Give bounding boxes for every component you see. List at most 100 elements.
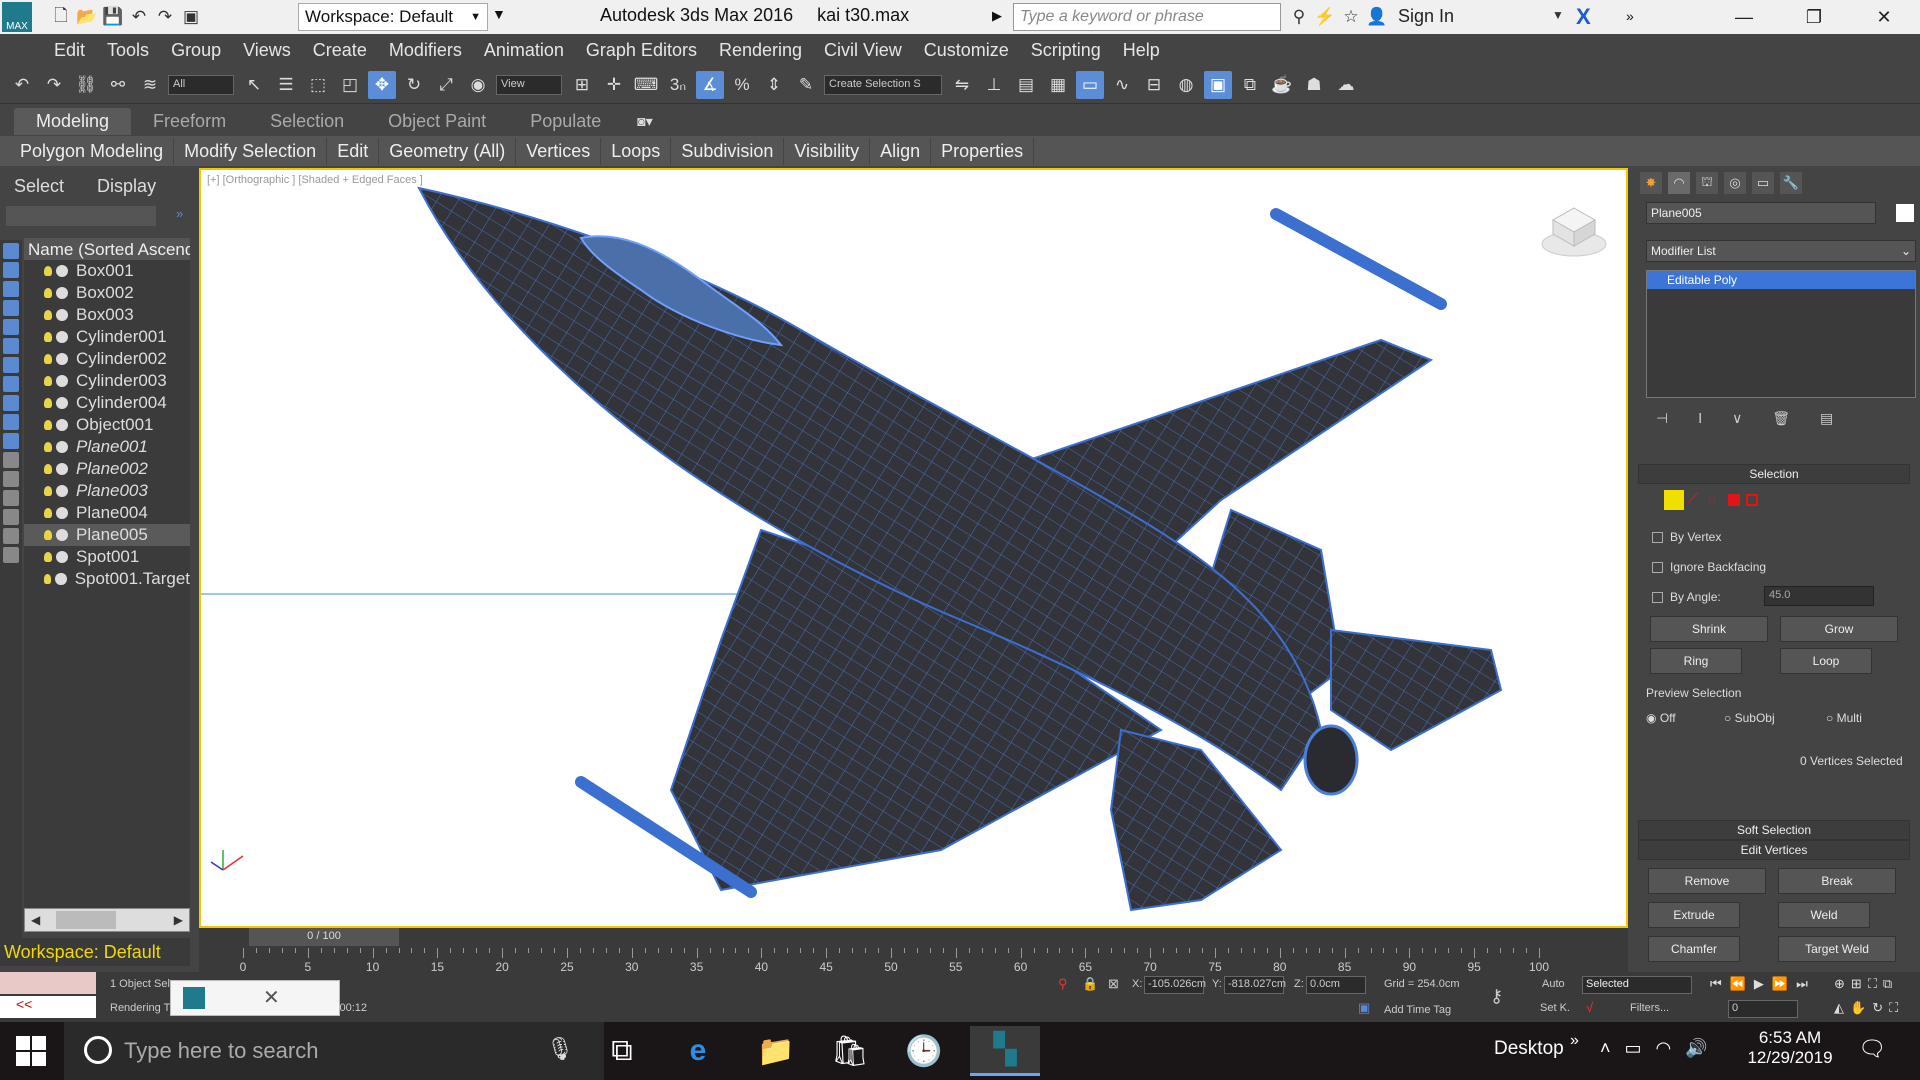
- snaps-toggle-icon[interactable]: 3ₙ: [664, 71, 692, 99]
- light-bulb-icon[interactable]: [44, 310, 52, 320]
- display-xrefs-icon[interactable]: [3, 395, 19, 411]
- battery-icon[interactable]: ▭: [1625, 1038, 1642, 1059]
- bind-spacewarp-icon[interactable]: ≋: [136, 71, 164, 99]
- zoom-extents-all-icon[interactable]: ⧉: [1883, 976, 1892, 992]
- visibility-icon[interactable]: [56, 287, 68, 299]
- mirror-icon[interactable]: ⇋: [948, 71, 976, 99]
- visibility-icon[interactable]: [56, 529, 68, 541]
- unlink-icon[interactable]: ⚯: [104, 71, 132, 99]
- light-bulb-icon[interactable]: [44, 354, 52, 364]
- key-filters-button[interactable]: Filters...: [1630, 1002, 1669, 1014]
- favorites-star-icon[interactable]: ☆: [1338, 4, 1364, 30]
- select-by-name-icon[interactable]: ☰: [272, 71, 300, 99]
- taskbar-search-box[interactable]: Type here to search 🎙: [64, 1022, 604, 1080]
- percent-snap-icon[interactable]: %: [728, 71, 756, 99]
- preview-multi-radio[interactable]: ○ Multi: [1826, 711, 1862, 725]
- menu-animation[interactable]: Animation: [484, 40, 564, 61]
- scrollbar-thumb[interactable]: [56, 911, 117, 929]
- loop-button[interactable]: Loop: [1780, 648, 1872, 674]
- volume-icon[interactable]: 🔊: [1685, 1038, 1707, 1059]
- menu-help[interactable]: Help: [1123, 40, 1160, 61]
- list-item[interactable]: Plane005: [24, 524, 190, 546]
- light-bulb-icon[interactable]: [44, 420, 52, 430]
- redo-icon[interactable]: ↷: [152, 4, 178, 30]
- add-time-tag-button[interactable]: Add Time Tag: [1384, 1004, 1451, 1016]
- app-logo-icon[interactable]: MAX: [2, 2, 32, 32]
- filter-funnel-icon[interactable]: [3, 509, 19, 525]
- polygon-subobject-icon[interactable]: [1728, 494, 1740, 506]
- binoculars-icon[interactable]: ⚲: [1286, 4, 1312, 30]
- exchange-icon[interactable]: X: [1576, 4, 1602, 30]
- pan-hand-icon[interactable]: ✋: [1850, 1000, 1866, 1016]
- menu-group[interactable]: Group: [171, 40, 221, 61]
- 3dsmax-taskbar-icon[interactable]: ▚: [970, 1026, 1040, 1076]
- move-icon[interactable]: ✥: [368, 70, 396, 99]
- display-geometry-icon[interactable]: [3, 262, 19, 278]
- restore-button[interactable]: ❐: [1784, 0, 1844, 34]
- wifi-icon[interactable]: ◠: [1656, 1038, 1672, 1059]
- list-item[interactable]: Spot001: [24, 546, 190, 568]
- extrude-button[interactable]: Extrude: [1648, 902, 1740, 928]
- soft-selection-rollout-header[interactable]: Soft Selection: [1638, 820, 1910, 840]
- open-file-icon[interactable]: 📂: [74, 4, 100, 30]
- lock-selection-icon[interactable]: 🔒: [1082, 976, 1098, 992]
- menu-scripting[interactable]: Scripting: [1031, 40, 1101, 61]
- visibility-icon[interactable]: [56, 485, 68, 497]
- graphite-toggle-icon[interactable]: ▦: [1044, 71, 1072, 99]
- ribbon-panel-polygon-modeling[interactable]: Polygon Modeling: [10, 137, 175, 165]
- set-key-icon[interactable]: ⚷: [1490, 986, 1503, 1007]
- list-item[interactable]: Cylinder004: [24, 392, 190, 414]
- go-to-end-icon[interactable]: ⏭: [1796, 976, 1808, 992]
- file-explorer-icon[interactable]: 📁: [748, 1026, 804, 1076]
- pin-stack-icon[interactable]: ⊣: [1656, 410, 1668, 426]
- microphone-icon[interactable]: 🎙: [546, 1036, 574, 1062]
- clock-app-icon[interactable]: 🕒: [896, 1026, 952, 1076]
- previous-frame-icon[interactable]: ⏪: [1730, 976, 1746, 992]
- element-subobject-icon[interactable]: [1746, 494, 1758, 506]
- tab-object-paint[interactable]: Object Paint: [366, 108, 508, 135]
- object-color-swatch[interactable]: [1896, 204, 1914, 222]
- stack-entry-editable-poly[interactable]: Editable Poly: [1647, 271, 1915, 289]
- light-bulb-icon[interactable]: [44, 288, 52, 298]
- desktop-expand-icon[interactable]: »: [1570, 1032, 1579, 1050]
- tab-freeform[interactable]: Freeform: [131, 108, 248, 135]
- reference-coordinate-dropdown[interactable]: View: [496, 74, 562, 95]
- edit-named-selection-icon[interactable]: ✎: [792, 71, 820, 99]
- break-button[interactable]: Break: [1778, 868, 1896, 894]
- selection-rollout-header[interactable]: Selection: [1638, 464, 1910, 484]
- visibility-icon[interactable]: [56, 551, 68, 563]
- scale-icon[interactable]: ⤢: [432, 71, 460, 99]
- display-frozen-icon[interactable]: [3, 452, 19, 468]
- light-bulb-icon[interactable]: [44, 376, 52, 386]
- undo-icon[interactable]: ↶: [8, 71, 36, 99]
- ribbon-panel-geometry-all[interactable]: Geometry (All): [379, 137, 517, 165]
- chamfer-button[interactable]: Chamfer: [1648, 936, 1740, 962]
- target-weld-button[interactable]: Target Weld: [1778, 936, 1896, 962]
- display-hidden-icon[interactable]: [3, 471, 19, 487]
- select-manipulate-icon[interactable]: ✛: [600, 71, 628, 99]
- list-item[interactable]: Box003: [24, 304, 190, 326]
- z-coordinate-field[interactable]: 0.0cm: [1306, 976, 1366, 994]
- ribbon-panel-visibility[interactable]: Visibility: [784, 137, 871, 165]
- object-name-field[interactable]: Plane005: [1646, 202, 1876, 224]
- taskbar-thumbnail-preview[interactable]: ✕: [170, 980, 340, 1016]
- list-item[interactable]: Box001: [24, 260, 190, 282]
- display-shapes-icon[interactable]: [3, 281, 19, 297]
- angle-snap-icon[interactable]: ∡: [696, 70, 724, 99]
- visibility-icon[interactable]: [56, 331, 68, 343]
- angle-spinner[interactable]: 45.0: [1764, 586, 1874, 606]
- remove-button[interactable]: Remove: [1648, 868, 1766, 894]
- visibility-icon[interactable]: [56, 441, 68, 453]
- layer-icon[interactable]: [3, 547, 19, 563]
- more-chevrons-icon[interactable]: »: [1626, 8, 1634, 24]
- save-icon[interactable]: 💾: [100, 4, 126, 30]
- display-lights-icon[interactable]: [3, 300, 19, 316]
- visibility-icon[interactable]: [56, 375, 68, 387]
- create-tab-icon[interactable]: ✸: [1640, 172, 1662, 194]
- project-folder-icon[interactable]: ▣: [178, 4, 204, 30]
- visibility-icon[interactable]: [56, 397, 68, 409]
- vertex-subobject-icon[interactable]: [1664, 490, 1684, 510]
- thumbnail-close-icon[interactable]: ✕: [263, 985, 280, 1010]
- y-coordinate-field[interactable]: -818.027cm: [1224, 976, 1286, 994]
- place-icon[interactable]: ◉: [464, 71, 492, 99]
